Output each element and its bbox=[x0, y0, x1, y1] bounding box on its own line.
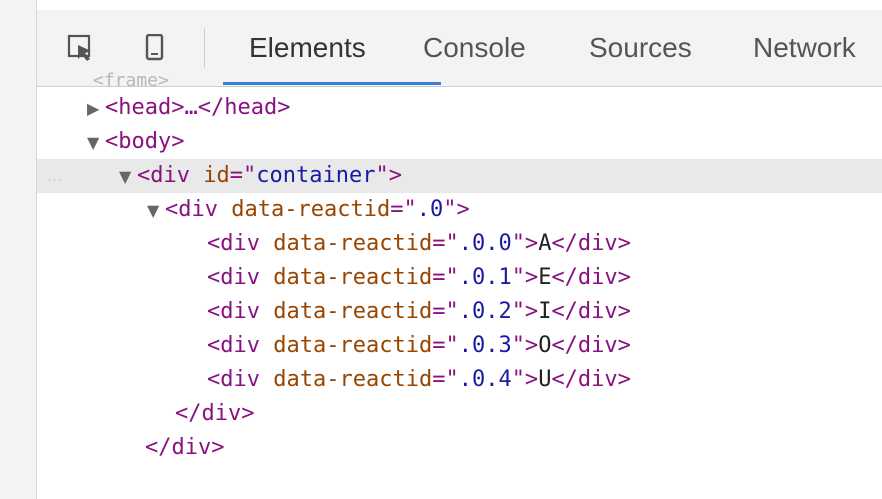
dom-node-o[interactable]: <div data-reactid=".0.3">O</div> bbox=[37, 329, 882, 363]
dom-closing-container[interactable]: </div> bbox=[37, 431, 882, 465]
cut-off-frame-row: <frame> bbox=[93, 70, 169, 91]
tab-sources[interactable]: Sources bbox=[589, 28, 692, 68]
dom-node-i[interactable]: <div data-reactid=".0.2">I</div> bbox=[37, 295, 882, 329]
active-tab-indicator bbox=[223, 82, 441, 85]
dom-node-u[interactable]: <div data-reactid=".0.4">U</div> bbox=[37, 363, 882, 397]
collapse-arrow-icon[interactable]: ▼ bbox=[87, 126, 105, 160]
expand-arrow-icon[interactable]: ▶ bbox=[87, 92, 105, 126]
dom-node-e[interactable]: <div data-reactid=".0.1">E</div> bbox=[37, 261, 882, 295]
window-edge bbox=[0, 0, 37, 499]
tab-network[interactable]: Network bbox=[753, 28, 856, 68]
device-toolbar-icon[interactable] bbox=[141, 34, 169, 62]
toolbar-divider bbox=[204, 28, 205, 68]
tab-elements[interactable]: Elements bbox=[249, 28, 366, 68]
dom-tree: <frame> ▶ <head>…</head> ▼ <body> ... ▼ <di… bbox=[37, 70, 882, 499]
more-actions-icon[interactable]: ... bbox=[47, 159, 62, 193]
collapse-arrow-icon[interactable]: ▼ bbox=[119, 160, 137, 194]
dom-node-head[interactable]: ▶ <head>…</head> bbox=[37, 91, 882, 125]
dom-closing-react-root[interactable]: </div> bbox=[37, 397, 882, 431]
dom-node-body[interactable]: ▼ <body> bbox=[37, 125, 882, 159]
collapse-arrow-icon[interactable]: ▼ bbox=[147, 194, 165, 228]
dom-node-a[interactable]: <div data-reactid=".0.0">A</div> bbox=[37, 227, 882, 261]
dom-node-react-root[interactable]: ▼ <div data-reactid=".0"> bbox=[37, 193, 882, 227]
inspect-element-icon[interactable] bbox=[67, 34, 95, 62]
tab-console[interactable]: Console bbox=[423, 28, 526, 68]
dom-node-container[interactable]: ... ▼ <div id="container"> bbox=[37, 159, 882, 193]
devtools-window: Elements Console Sources Network <frame>… bbox=[0, 0, 882, 499]
